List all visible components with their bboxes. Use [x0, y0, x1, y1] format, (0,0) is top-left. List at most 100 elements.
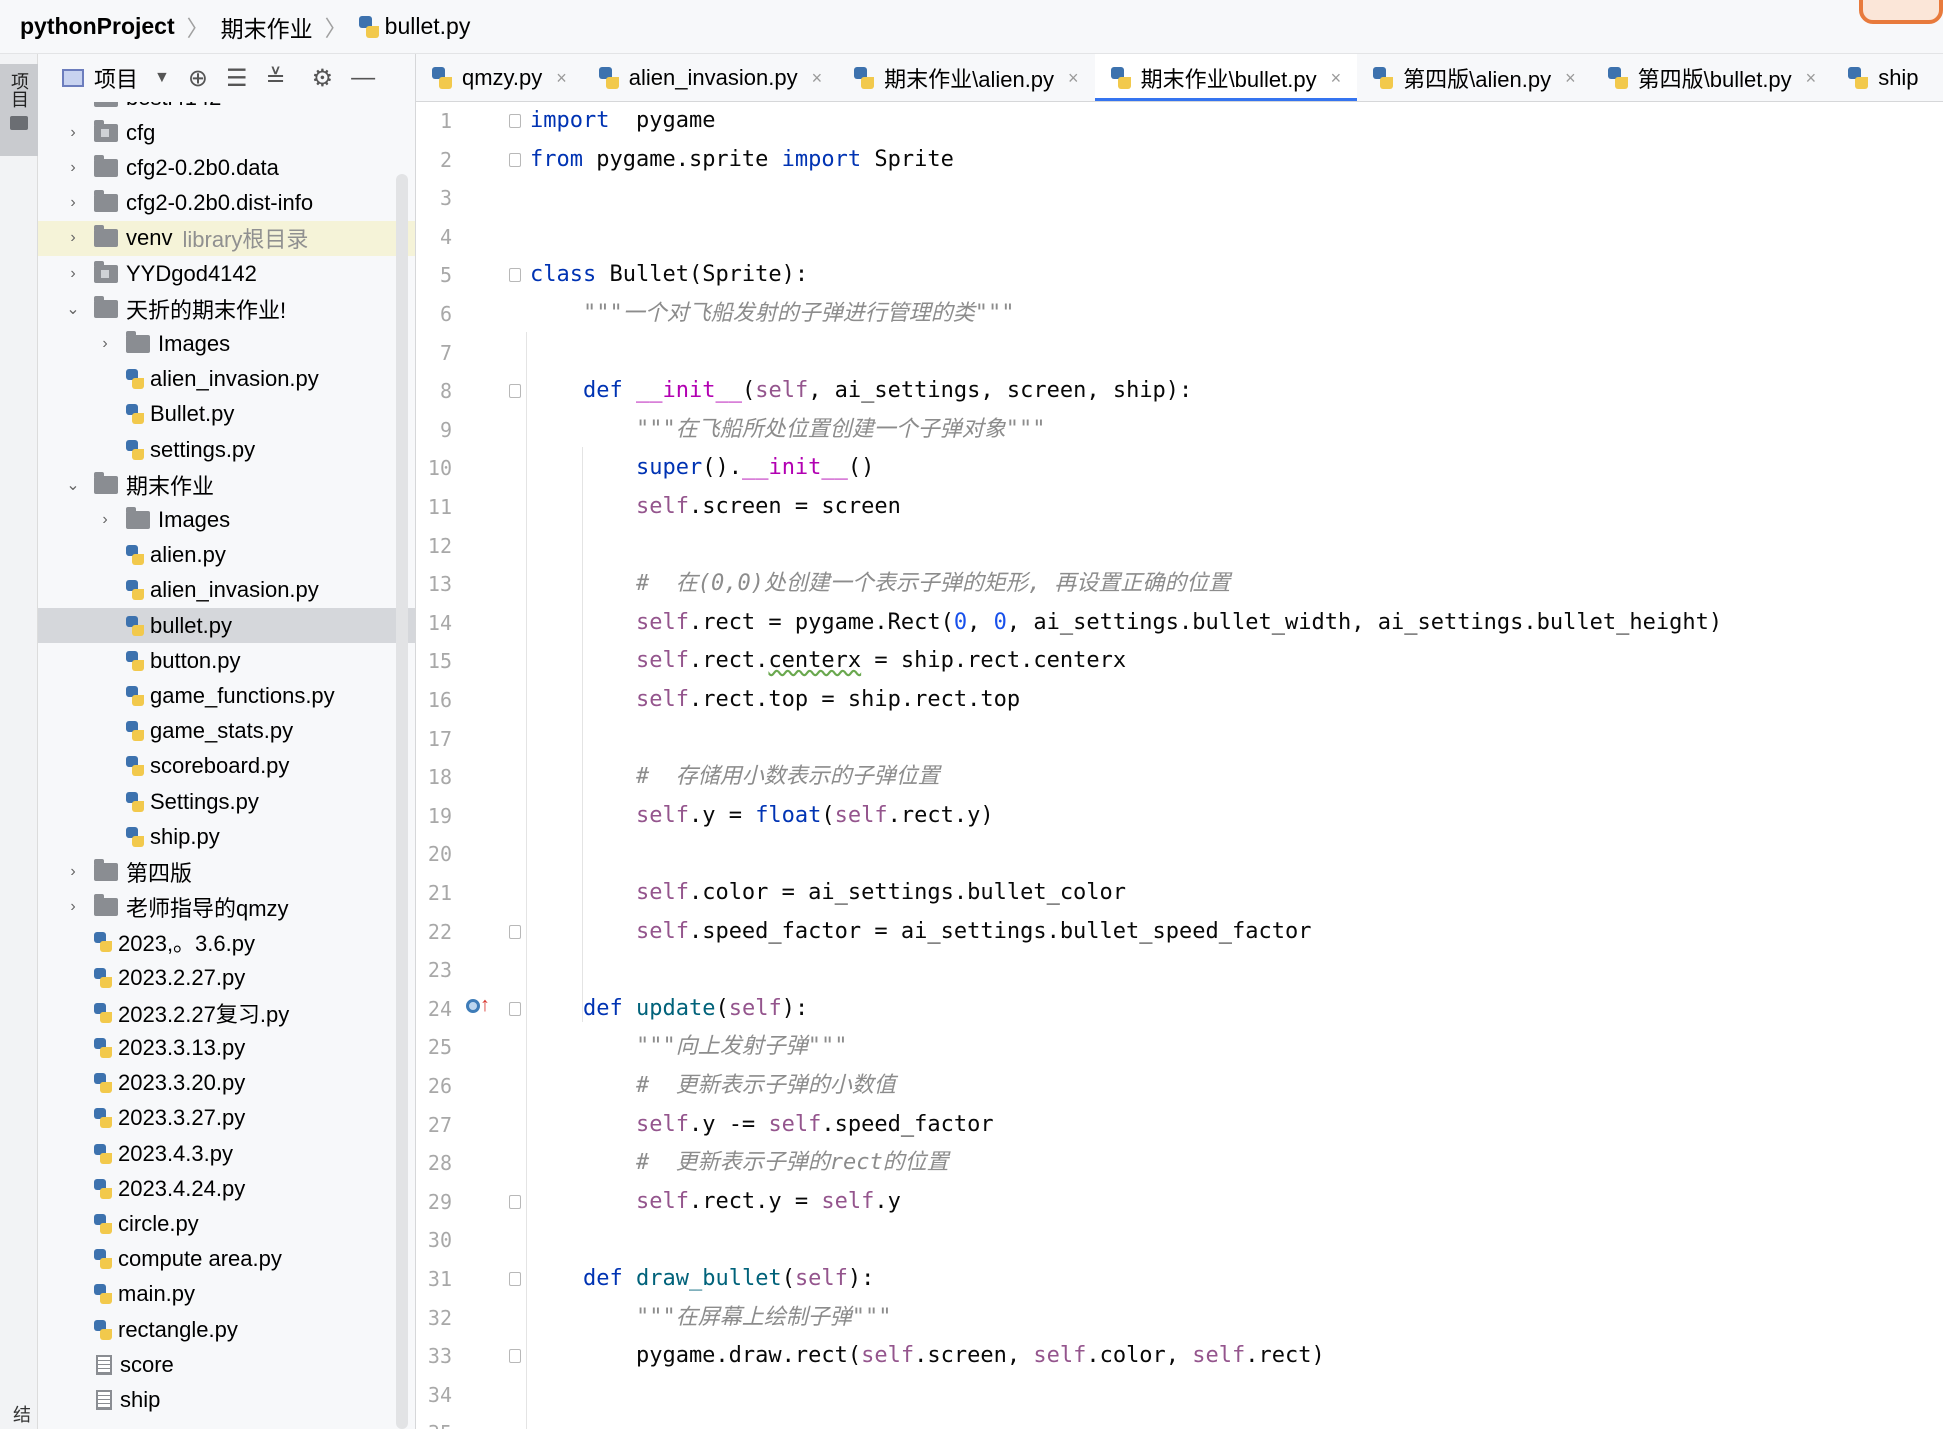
close-icon[interactable]: × — [1565, 68, 1576, 89]
python-file-icon — [1848, 67, 1869, 89]
editor-tab[interactable]: alien_invasion.py × — [583, 54, 838, 101]
tree-file-item[interactable]: 2023.3.20.py — [38, 1066, 415, 1101]
editor-tab[interactable]: 第四版\alien.py × — [1357, 54, 1591, 101]
tree-file-item[interactable]: Settings.py — [38, 784, 415, 819]
fold-marker-icon[interactable] — [509, 114, 521, 128]
tree-file-item[interactable]: compute area.py — [38, 1242, 415, 1277]
tree-file-item[interactable]: Bullet.py — [38, 397, 415, 432]
chevron-right-icon[interactable]: › — [64, 265, 82, 283]
tree-file-item[interactable]: ship — [38, 1382, 415, 1417]
chevron-right-icon[interactable]: › — [64, 863, 82, 881]
chevron-right-icon[interactable]: › — [64, 194, 82, 212]
tree-file-item[interactable]: 2023.3.13.py — [38, 1030, 415, 1065]
fold-marker-icon[interactable] — [509, 1001, 521, 1016]
close-icon[interactable]: × — [812, 68, 823, 89]
locate-file-icon[interactable]: ⊕ — [188, 64, 208, 93]
fold-marker-icon[interactable] — [509, 924, 521, 939]
close-icon[interactable]: × — [556, 68, 567, 89]
editor-tab[interactable]: 期末作业\alien.py × — [838, 54, 1094, 101]
tree-file-item[interactable]: 2023.4.24.py — [38, 1171, 415, 1206]
tree-folder-item[interactable]: ⌄ 天折的期末作业! — [38, 291, 415, 326]
tree-folder-item[interactable]: › Images — [38, 502, 415, 537]
python-file-icon — [94, 1143, 112, 1164]
tree-file-item[interactable]: alien.py — [38, 538, 415, 573]
code-editor[interactable]: 1 2 3 4 5 6 7 8 9 10 11 12 13 14 15 16 17 18 19 20 21 22 23 24 2… — [416, 102, 1943, 1429]
tree-file-item[interactable]: bullet.py — [38, 608, 415, 643]
editor-tab[interactable]: 第四版\bullet.py × — [1592, 54, 1833, 101]
code-line: # 更新表示子弹的小数值 — [530, 1067, 896, 1105]
hide-panel-icon[interactable]: — — [351, 64, 375, 92]
line-number: 16 — [427, 688, 452, 712]
editor-tab[interactable]: ship — [1832, 54, 1934, 101]
editor-tab[interactable]: qmzy.py × — [416, 54, 583, 101]
tree-file-item[interactable]: rectangle.py — [38, 1312, 415, 1347]
fold-marker-icon[interactable] — [509, 1349, 521, 1364]
close-icon[interactable]: × — [1331, 68, 1342, 89]
tree-file-item[interactable]: main.py — [38, 1277, 415, 1312]
tree-file-item[interactable]: score — [38, 1347, 415, 1382]
tree-folder-item[interactable]: › YYDgod4142 — [38, 256, 415, 291]
expand-all-icon[interactable]: ☰ — [226, 64, 248, 93]
tree-file-item[interactable]: settings.py — [38, 432, 415, 467]
code-line: self.rect.top = ship.rect.top — [530, 681, 1020, 719]
tree-file-item[interactable]: 2023.4.3.py — [38, 1136, 415, 1171]
tree-file-item[interactable]: alien_invasion.py — [38, 362, 415, 397]
folder-icon — [94, 154, 118, 177]
code-token: __init__ — [741, 455, 848, 481]
breadcrumb-project[interactable]: pythonProject — [20, 13, 175, 40]
fold-marker-icon[interactable] — [509, 1194, 521, 1209]
chevron-right-icon[interactable]: › — [96, 335, 114, 353]
project-tree-scrollbar[interactable] — [396, 174, 408, 1429]
tree-file-item[interactable]: 2023,。3.6.py — [38, 925, 415, 960]
tree-folder-item[interactable]: › cfg — [38, 115, 415, 150]
chevron-down-icon[interactable]: ▼ — [154, 69, 170, 87]
tree-folder-item[interactable]: › Images — [38, 326, 415, 361]
fold-marker-icon[interactable] — [509, 152, 521, 167]
collapse-all-icon[interactable]: ≚ — [265, 64, 285, 93]
tree-file-item[interactable]: alien_invasion.py — [38, 573, 415, 608]
tree-folder-item[interactable]: › 老师指导的qmzy — [38, 890, 415, 925]
tree-file-item[interactable]: circle.py — [38, 1206, 415, 1241]
plugin-badge-icon[interactable] — [1859, 0, 1943, 24]
breadcrumb-folder[interactable]: 期末作业 — [221, 10, 313, 44]
tree-file-item[interactable]: game_functions.py — [38, 678, 415, 713]
tree-file-item[interactable]: ship.py — [38, 819, 415, 854]
structure-tool-button[interactable]: 结 — [8, 1405, 34, 1423]
python-file-icon — [126, 369, 144, 390]
tree-folder-item[interactable]: › venv library根目录 — [38, 220, 415, 256]
chevron-right-icon[interactable]: › — [96, 511, 114, 529]
gear-icon[interactable]: ⚙ — [312, 64, 334, 93]
tree-folder-item[interactable]: › cfg2-0.2b0.data — [38, 150, 415, 185]
tree-file-item[interactable]: 2023.3.27.py — [38, 1101, 415, 1136]
editor-tab[interactable]: 期末作业\bullet.py × — [1094, 54, 1358, 101]
code-token: Bullet(Sprite): — [596, 262, 809, 288]
tree-folder-item[interactable]: › cfg2-0.2b0.dist-info — [38, 186, 415, 221]
override-method-icon[interactable]: ↑ — [466, 994, 490, 1017]
tree-file-item[interactable]: 2023.2.27.py — [38, 960, 415, 995]
code-line: self.rect.y = self.y — [530, 1183, 901, 1221]
tree-file-item[interactable]: game_stats.py — [38, 714, 415, 749]
tree-folder-item[interactable]: ⌄ 期末作业 — [38, 467, 415, 502]
close-icon[interactable]: × — [1806, 68, 1817, 89]
fold-marker-icon[interactable] — [509, 384, 521, 399]
chevron-right-icon[interactable]: › — [64, 229, 82, 247]
chevron-down-icon[interactable]: ⌄ — [64, 475, 82, 495]
fold-marker-icon[interactable] — [509, 1272, 521, 1286]
tree-file-item[interactable]: scoreboard.py — [38, 749, 415, 784]
tree-file-item[interactable]: button.py — [38, 643, 415, 678]
project-tool-button[interactable]: 项目 — [0, 64, 38, 156]
close-icon[interactable]: × — [1068, 68, 1079, 89]
chevron-down-icon[interactable]: ⌄ — [64, 299, 82, 319]
line-number: 28 — [427, 1151, 452, 1176]
chevron-right-icon[interactable]: › — [64, 124, 82, 142]
chevron-right-icon[interactable]: › — [64, 898, 82, 916]
python-file-icon — [126, 545, 144, 566]
breadcrumb-file[interactable]: bullet.py — [358, 13, 470, 40]
chevron-right-icon[interactable]: › — [64, 159, 82, 177]
fold-marker-icon[interactable] — [509, 268, 521, 283]
project-panel-title[interactable]: 项目 — [94, 62, 138, 94]
tree-file-item[interactable]: 2023.2.27复习.py — [38, 995, 415, 1030]
code-token: # 在(0,0)处创建一个表示子弹的矩形, 再设置正确的位置 — [635, 571, 1231, 597]
tree-folder-item[interactable]: › 第四版 — [38, 854, 415, 889]
